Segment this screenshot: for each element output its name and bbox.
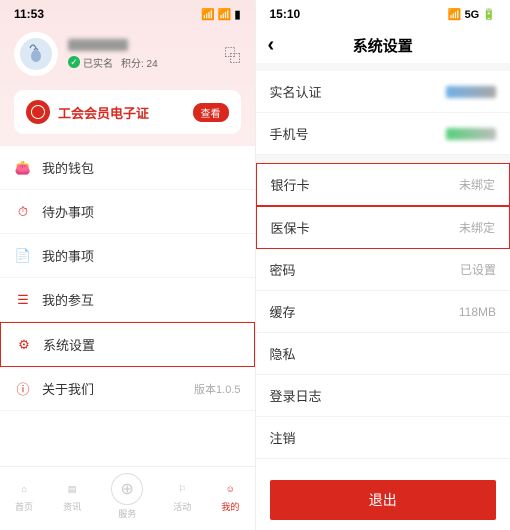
settings-list: 实名认证手机号银行卡未绑定医保卡未绑定密码已设置缓存118MB隐私登录日志注销 — [256, 71, 510, 470]
check-icon: ✓ — [68, 56, 80, 68]
tab-4[interactable]: ☺ 我的 — [221, 480, 239, 513]
status-time: 15:10 — [270, 7, 301, 21]
phone-my-page: 11:53 📶 📶 ▮ ✓ 已实名 积分: 24 — [0, 0, 256, 530]
menu-icon: ⚙ — [15, 336, 33, 354]
menu-label: 关于我们 — [42, 379, 184, 398]
tab-label: 活动 — [173, 500, 191, 513]
points-label: 积分: 24 — [121, 55, 158, 70]
row-value: 未绑定 — [459, 176, 495, 193]
settings-row-7[interactable]: 登录日志 — [256, 375, 510, 417]
tab-label: 资讯 — [63, 500, 81, 513]
status-time: 11:53 — [14, 7, 44, 21]
menu-icon: ☰ — [14, 291, 32, 309]
status-icons: 📶 📶 ▮ — [201, 8, 241, 21]
row-value: 已设置 — [460, 261, 496, 278]
menu-icon: 👛 — [14, 159, 32, 177]
settings-row-8[interactable]: 注销 — [256, 417, 510, 459]
status-icons: 📶 5G 🔋 — [448, 8, 496, 21]
status-bar: 15:10 📶 5G 🔋 — [256, 0, 510, 28]
row-label: 注销 — [270, 428, 296, 447]
view-button[interactable]: 查看 — [193, 103, 229, 122]
settings-row-5[interactable]: 缓存 118MB — [256, 291, 510, 333]
menu-item-3[interactable]: ☰ 我的参互 — [0, 278, 255, 322]
settings-row-1[interactable]: 手机号 — [256, 113, 510, 155]
verified-label: 已实名 — [83, 55, 113, 70]
menu-icon: 📄 — [14, 247, 32, 265]
nav-header: ‹ 系统设置 — [256, 28, 510, 63]
tab-label: 服务 — [118, 507, 136, 520]
phone-settings: 15:10 📶 5G 🔋 ‹ 系统设置 实名认证手机号银行卡未绑定医保卡未绑定密… — [256, 0, 510, 530]
row-value: 118MB — [459, 305, 496, 319]
menu-item-2[interactable]: 📄 我的事项 — [0, 234, 255, 278]
avatar[interactable] — [14, 32, 58, 76]
status-bar: 11:53 📶 📶 ▮ — [0, 0, 255, 28]
tab-icon: ⌂ — [15, 480, 33, 498]
row-label: 医保卡 — [271, 218, 310, 237]
union-card[interactable]: 工会会员电子证 查看 — [14, 90, 241, 134]
menu-label: 我的钱包 — [42, 158, 231, 177]
menu-label: 我的事项 — [42, 246, 231, 265]
tab-label: 我的 — [221, 500, 239, 513]
row-value: 未绑定 — [459, 219, 495, 236]
username-blurred — [68, 39, 128, 51]
tab-bar: ⌂ 首页 ▤ 资讯 ⊕ 服务 ⚐ 活动 ☺ 我的 — [0, 466, 255, 530]
menu-item-5[interactable]: ⓘ 关于我们 版本1.0.5 — [0, 367, 255, 411]
logout-button[interactable]: 退出 — [270, 480, 497, 520]
menu-list: 👛 我的钱包 ⏱ 待办事项 📄 我的事项 ☰ 我的参互 ⚙ 系统设置 ⓘ 关于我… — [0, 146, 255, 466]
settings-row-0[interactable]: 实名认证 — [256, 71, 510, 113]
row-label: 密码 — [270, 260, 296, 279]
value-blurred — [446, 128, 496, 140]
settings-row-2[interactable]: 银行卡 未绑定 — [256, 163, 510, 206]
settings-row-4[interactable]: 密码 已设置 — [256, 249, 510, 291]
value-blurred — [446, 86, 496, 98]
tab-icon: ▤ — [63, 480, 81, 498]
settings-row-3[interactable]: 医保卡 未绑定 — [256, 206, 510, 249]
row-label: 缓存 — [270, 302, 296, 321]
tab-icon: ⚐ — [173, 480, 191, 498]
row-label: 登录日志 — [270, 386, 322, 405]
tab-label: 首页 — [15, 500, 33, 513]
menu-label: 我的参互 — [42, 290, 231, 309]
union-icon — [26, 100, 50, 124]
menu-icon: ⓘ — [14, 380, 32, 398]
row-label: 银行卡 — [271, 175, 310, 194]
menu-item-0[interactable]: 👛 我的钱包 — [0, 146, 255, 190]
page-title: 系统设置 — [268, 35, 499, 56]
menu-item-4[interactable]: ⚙ 系统设置 — [0, 322, 255, 367]
tab-1[interactable]: ▤ 资讯 — [63, 480, 81, 513]
menu-label: 待办事项 — [42, 202, 231, 221]
menu-label: 系统设置 — [43, 335, 230, 354]
section-gap — [256, 155, 510, 163]
row-label: 手机号 — [270, 124, 309, 143]
tab-3[interactable]: ⚐ 活动 — [173, 480, 191, 513]
row-label: 隐私 — [270, 344, 296, 363]
row-label: 实名认证 — [270, 82, 322, 101]
menu-item-1[interactable]: ⏱ 待办事项 — [0, 190, 255, 234]
center-icon: ⊕ — [111, 473, 143, 505]
section-gap — [256, 63, 510, 71]
scan-icon[interactable]: ⿻ — [224, 42, 240, 66]
menu-icon: ⏱ — [14, 203, 32, 221]
tab-icon: ☺ — [221, 480, 239, 498]
tab-center[interactable]: ⊕ 服务 — [111, 473, 143, 520]
deer-icon — [20, 38, 52, 70]
menu-value: 版本1.0.5 — [194, 381, 240, 397]
union-card-title: 工会会员电子证 — [58, 103, 149, 122]
tab-0[interactable]: ⌂ 首页 — [15, 480, 33, 513]
verified-badge: ✓ 已实名 — [68, 55, 113, 70]
settings-row-6[interactable]: 隐私 — [256, 333, 510, 375]
